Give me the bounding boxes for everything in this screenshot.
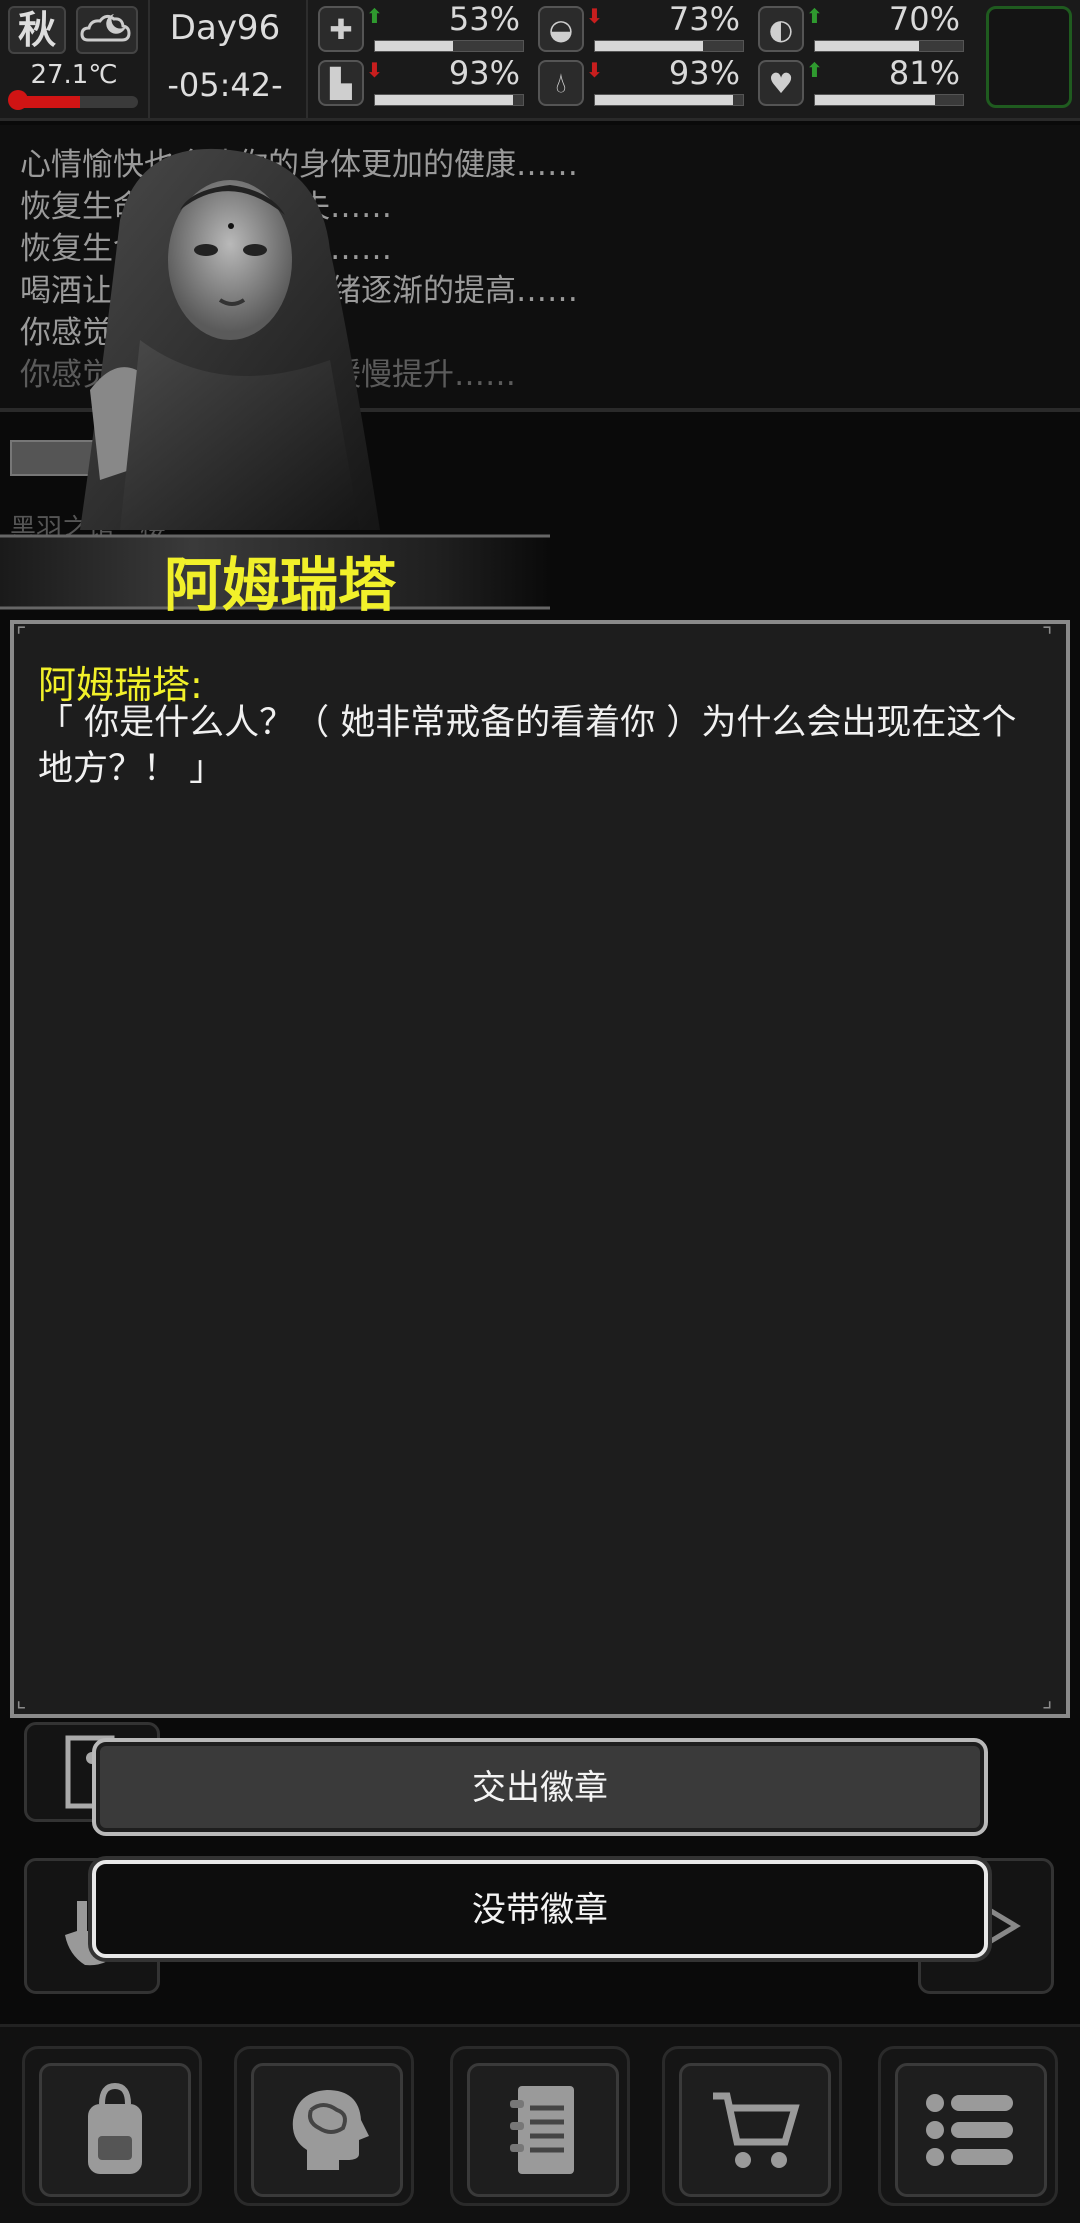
stat-percent: 93% — [668, 54, 740, 92]
first-aid-icon: ✚ — [318, 6, 364, 52]
choice-button-hand-over-badge[interactable]: 交出徽章 — [92, 1738, 988, 1836]
stat-percent: 93% — [448, 54, 520, 92]
trend-up-arrow-icon: ⬆ — [806, 4, 823, 28]
stat-percent: 73% — [668, 0, 740, 38]
nav-shop-button[interactable] — [662, 2046, 842, 2206]
season-indicator: 秋 — [8, 6, 66, 54]
stat-thirst[interactable]: 💧︎ ⬇ 93% — [538, 54, 748, 110]
weather-night-icon — [76, 6, 138, 54]
brain-icon — [251, 2063, 403, 2197]
divider — [306, 0, 308, 118]
dialog-box: ⌜ ⌝ ⌞ ⌟ 阿姆瑞塔: 「 你是什么人？（ 她非常戒备的看着你 ）为什么会出… — [10, 620, 1070, 1718]
stat-bar — [374, 94, 524, 106]
dialog-text: 「 你是什么人？（ 她非常戒备的看着你 ）为什么会出现在这个地方？！ 」 — [38, 703, 1017, 789]
trend-up-arrow-icon: ⬆ — [806, 58, 823, 82]
status-slot-button[interactable] — [986, 6, 1072, 108]
day-counter: Day96 — [169, 8, 281, 48]
stat-mood[interactable]: ◐ ⬆ 70% — [758, 0, 968, 56]
corner-ornament-icon: ⌝ — [1042, 624, 1053, 649]
backpack-icon — [39, 2063, 191, 2197]
stat-percent: 53% — [448, 0, 520, 38]
journal-icon — [467, 2063, 619, 2197]
nav-skills-button[interactable] — [234, 2046, 414, 2206]
stat-health[interactable]: ✚ ⬆ 53% — [318, 0, 528, 56]
menu-icon — [895, 2063, 1047, 2197]
stat-percent: 70% — [888, 0, 960, 38]
status-bar: 秋 27.1℃ Day96 -05:42- ✚ ⬆ 53% ◒ ⬇ 73% ◐ … — [0, 0, 1080, 121]
clock: -05:42- — [167, 66, 283, 104]
nav-journal-button[interactable] — [450, 2046, 630, 2206]
trend-up-arrow-icon: ⬆ — [366, 4, 383, 28]
thermometer-icon — [8, 90, 28, 110]
boot-icon: ▙ — [318, 60, 364, 106]
stomach-icon: ◒ — [538, 6, 584, 52]
mood-icon: ◐ — [758, 6, 804, 52]
npc-name: 阿姆瑞塔 — [163, 551, 396, 619]
stat-bar — [814, 94, 964, 106]
stat-hunger[interactable]: ◒ ⬇ 73% — [538, 0, 748, 56]
stat-heart[interactable]: ♥ ⬆ 81% — [758, 54, 968, 110]
stat-bar — [374, 40, 524, 52]
shop-cart-icon — [679, 2063, 831, 2197]
water-drop-icon: 💧︎ — [538, 60, 584, 106]
corner-ornament-icon: ⌟ — [1042, 1688, 1053, 1713]
nav-backpack-button[interactable] — [22, 2046, 202, 2206]
heart-icon: ♥ — [758, 60, 804, 106]
divider — [148, 0, 150, 118]
stat-bar — [594, 94, 744, 106]
stat-bar — [814, 40, 964, 52]
trend-down-arrow-icon: ⬇ — [366, 58, 383, 82]
temperature-bar — [10, 96, 138, 108]
corner-ornament-icon: ⌞ — [16, 1688, 27, 1713]
corner-ornament-icon: ⌜ — [16, 624, 27, 649]
trend-down-arrow-icon: ⬇ — [586, 58, 603, 82]
trend-down-arrow-icon: ⬇ — [586, 4, 603, 28]
nav-menu-button[interactable] — [878, 2046, 1058, 2206]
temperature-readout: 27.1℃ — [30, 60, 118, 90]
stat-percent: 81% — [888, 54, 960, 92]
stat-stamina[interactable]: ▙ ⬇ 93% — [318, 54, 528, 110]
stat-bar — [594, 40, 744, 52]
npc-portrait — [80, 148, 380, 530]
choice-button-no-badge[interactable]: 没带徽章 — [92, 1860, 988, 1958]
